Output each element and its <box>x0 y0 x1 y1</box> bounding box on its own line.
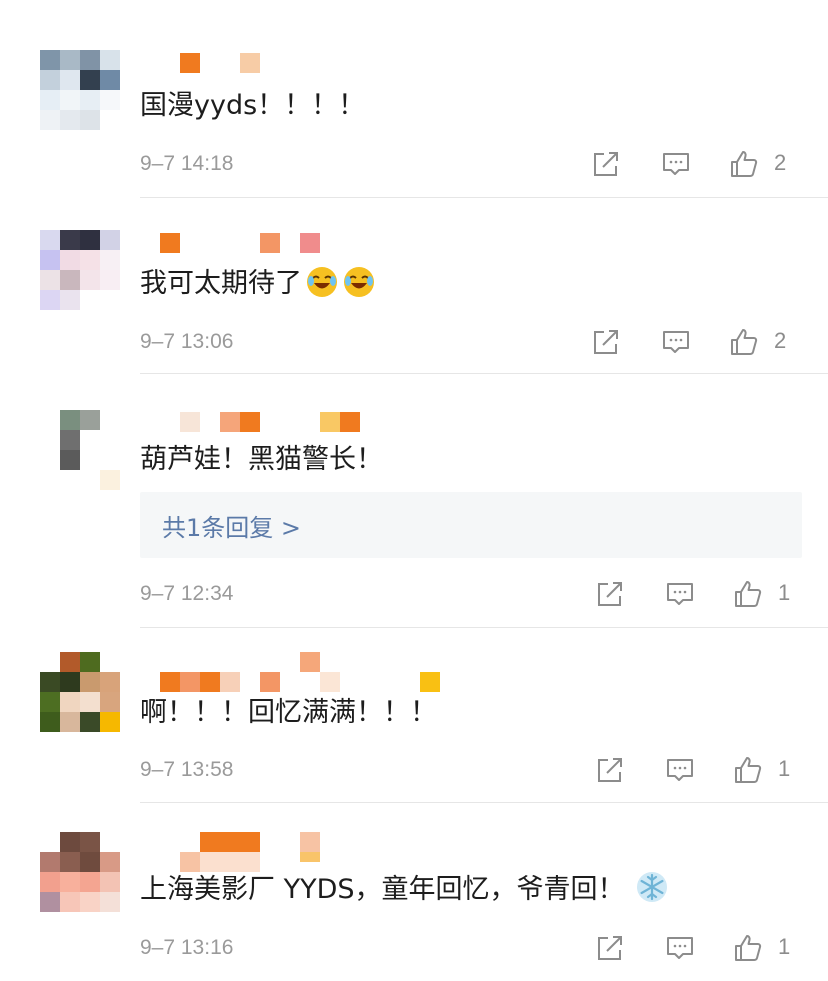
divider <box>140 627 828 628</box>
comment-date: 9–7 13:16 <box>140 936 234 959</box>
share-button[interactable] <box>594 928 634 968</box>
share-icon <box>594 330 618 354</box>
like-button[interactable] <box>732 928 772 968</box>
like-button[interactable] <box>732 574 772 614</box>
view-replies-label: 共1条回复 > <box>162 514 302 542</box>
comment-text-content: 我可太期待了 <box>140 268 302 299</box>
laugh-cry-emoji <box>307 267 337 297</box>
comment-button[interactable] <box>664 574 704 614</box>
share-icon <box>598 582 622 606</box>
comment-item: 国漫yyds！！！！ 9–7 14:18 2 <box>0 50 828 200</box>
view-replies-link[interactable]: 共1条回复 > <box>140 492 802 558</box>
comment-item: 我可太期待了 9–7 13:06 2 <box>0 230 828 380</box>
comment-item: 啊！！！回忆满满！！！ 9–7 13:58 1 <box>0 652 828 804</box>
comment-button[interactable] <box>660 322 700 362</box>
action-bar: 1 <box>588 928 828 968</box>
comment-icon <box>663 331 689 353</box>
avatar[interactable] <box>40 832 120 912</box>
comment-icon <box>667 759 693 781</box>
action-bar: 1 <box>588 750 828 790</box>
comment-button[interactable] <box>664 928 704 968</box>
comment-text-content: 上海美影厂 YYDS，童年回忆，爷青回！ <box>140 874 625 905</box>
thumbs-up-icon <box>735 757 762 783</box>
comment-button[interactable] <box>660 144 700 184</box>
like-count: 1 <box>778 934 791 959</box>
share-icon <box>598 758 622 782</box>
action-bar: 2 <box>588 144 828 184</box>
comment-text: 葫芦娃！黑猫警长！ <box>140 444 383 475</box>
comment-button[interactable] <box>664 750 704 790</box>
action-bar: 1 <box>588 574 828 614</box>
share-button[interactable] <box>590 144 630 184</box>
comment-icon <box>667 937 693 959</box>
like-button[interactable] <box>732 750 772 790</box>
comment-icon <box>663 153 689 175</box>
avatar[interactable] <box>40 230 120 310</box>
comment-text: 上海美影厂 YYDS，童年回忆，爷青回！ <box>140 870 669 908</box>
thumbs-up-icon <box>735 935 762 961</box>
share-icon <box>598 936 622 960</box>
laugh-cry-emoji <box>344 267 374 297</box>
username-obscured[interactable] <box>140 233 400 253</box>
comment-text: 我可太期待了 <box>140 264 376 302</box>
comment-item: 上海美影厂 YYDS，童年回忆，爷青回！ 9–7 13:16 1 <box>0 832 828 981</box>
action-bar: 2 <box>588 322 828 362</box>
share-button[interactable] <box>590 322 630 362</box>
like-count: 2 <box>774 328 787 353</box>
thumbs-up-icon <box>731 151 758 177</box>
share-icon <box>594 152 618 176</box>
avatar[interactable] <box>40 410 120 490</box>
snowflake-emoji <box>636 872 667 902</box>
comment-icon <box>667 583 693 605</box>
share-button[interactable] <box>594 750 634 790</box>
comment-date: 9–7 13:58 <box>140 758 234 781</box>
avatar[interactable] <box>40 50 120 130</box>
comment-text: 啊！！！回忆满满！！！ <box>140 697 437 728</box>
like-button[interactable] <box>728 322 768 362</box>
thumbs-up-icon <box>731 329 758 355</box>
like-count: 1 <box>778 580 791 605</box>
comment-date: 9–7 14:18 <box>140 152 234 175</box>
like-button[interactable] <box>728 144 768 184</box>
thumbs-up-icon <box>735 581 762 607</box>
comment-date: 9–7 13:06 <box>140 330 234 353</box>
like-count: 1 <box>778 756 791 781</box>
comment-date: 9–7 12:34 <box>140 582 234 605</box>
divider <box>140 197 828 198</box>
avatar[interactable] <box>40 652 120 732</box>
comment-text: 国漫yyds！！！！ <box>140 90 366 121</box>
username-obscured[interactable] <box>140 652 440 692</box>
username-obscured[interactable] <box>140 832 340 872</box>
divider <box>140 802 828 803</box>
share-button[interactable] <box>594 574 634 614</box>
like-count: 2 <box>774 150 787 175</box>
username-obscured[interactable] <box>140 412 400 432</box>
username-obscured[interactable] <box>140 53 400 73</box>
comment-item: 葫芦娃！黑猫警长！ 共1条回复 > 9–7 12:34 1 <box>0 410 828 630</box>
divider <box>140 373 828 374</box>
